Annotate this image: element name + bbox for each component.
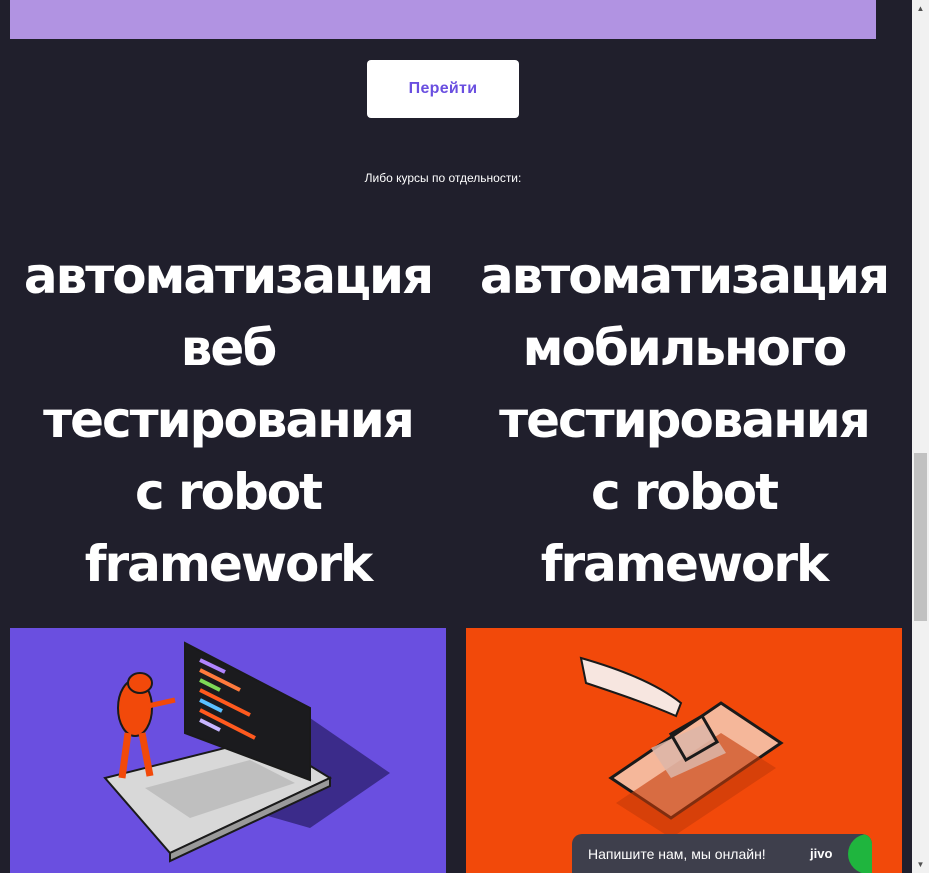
online-status-dot bbox=[848, 834, 872, 873]
page: Перейти Либо курсы по отдельности: автом… bbox=[0, 0, 912, 873]
title-line: тестирования bbox=[499, 391, 871, 449]
scroll-up-arrow-icon[interactable]: ▲ bbox=[912, 0, 929, 17]
course-title-mobile[interactable]: автоматизация мобильного тестирования с … bbox=[456, 240, 912, 600]
vertical-scrollbar[interactable]: ▲ ▼ bbox=[912, 0, 929, 873]
title-line: автоматизация bbox=[479, 247, 890, 305]
course-card-web[interactable] bbox=[10, 628, 446, 873]
chat-message: Напишите нам, мы онлайн! bbox=[588, 846, 766, 862]
course-title-web[interactable]: автоматизация веб тестирования с robot f… bbox=[0, 240, 456, 600]
title-line: framework bbox=[540, 535, 830, 593]
purple-banner bbox=[10, 0, 876, 39]
title-line: тестирования bbox=[43, 391, 415, 449]
title-line: с robot bbox=[590, 463, 779, 521]
scrollbar-thumb[interactable] bbox=[914, 453, 927, 621]
title-line: с robot bbox=[134, 463, 323, 521]
chat-widget[interactable]: Напишите нам, мы онлайн! jivo bbox=[572, 834, 872, 873]
title-line: веб bbox=[180, 319, 277, 377]
jivo-logo-icon: jivo bbox=[810, 846, 833, 861]
scroll-down-arrow-icon[interactable]: ▼ bbox=[912, 856, 929, 873]
courses-subtitle: Либо курсы по отдельности: bbox=[364, 171, 522, 185]
laptop-illustration bbox=[103, 641, 390, 863]
title-line: автоматизация bbox=[23, 247, 434, 305]
title-line: framework bbox=[84, 535, 374, 593]
go-button[interactable]: Перейти bbox=[367, 60, 519, 118]
title-line: мобильного bbox=[522, 319, 848, 377]
